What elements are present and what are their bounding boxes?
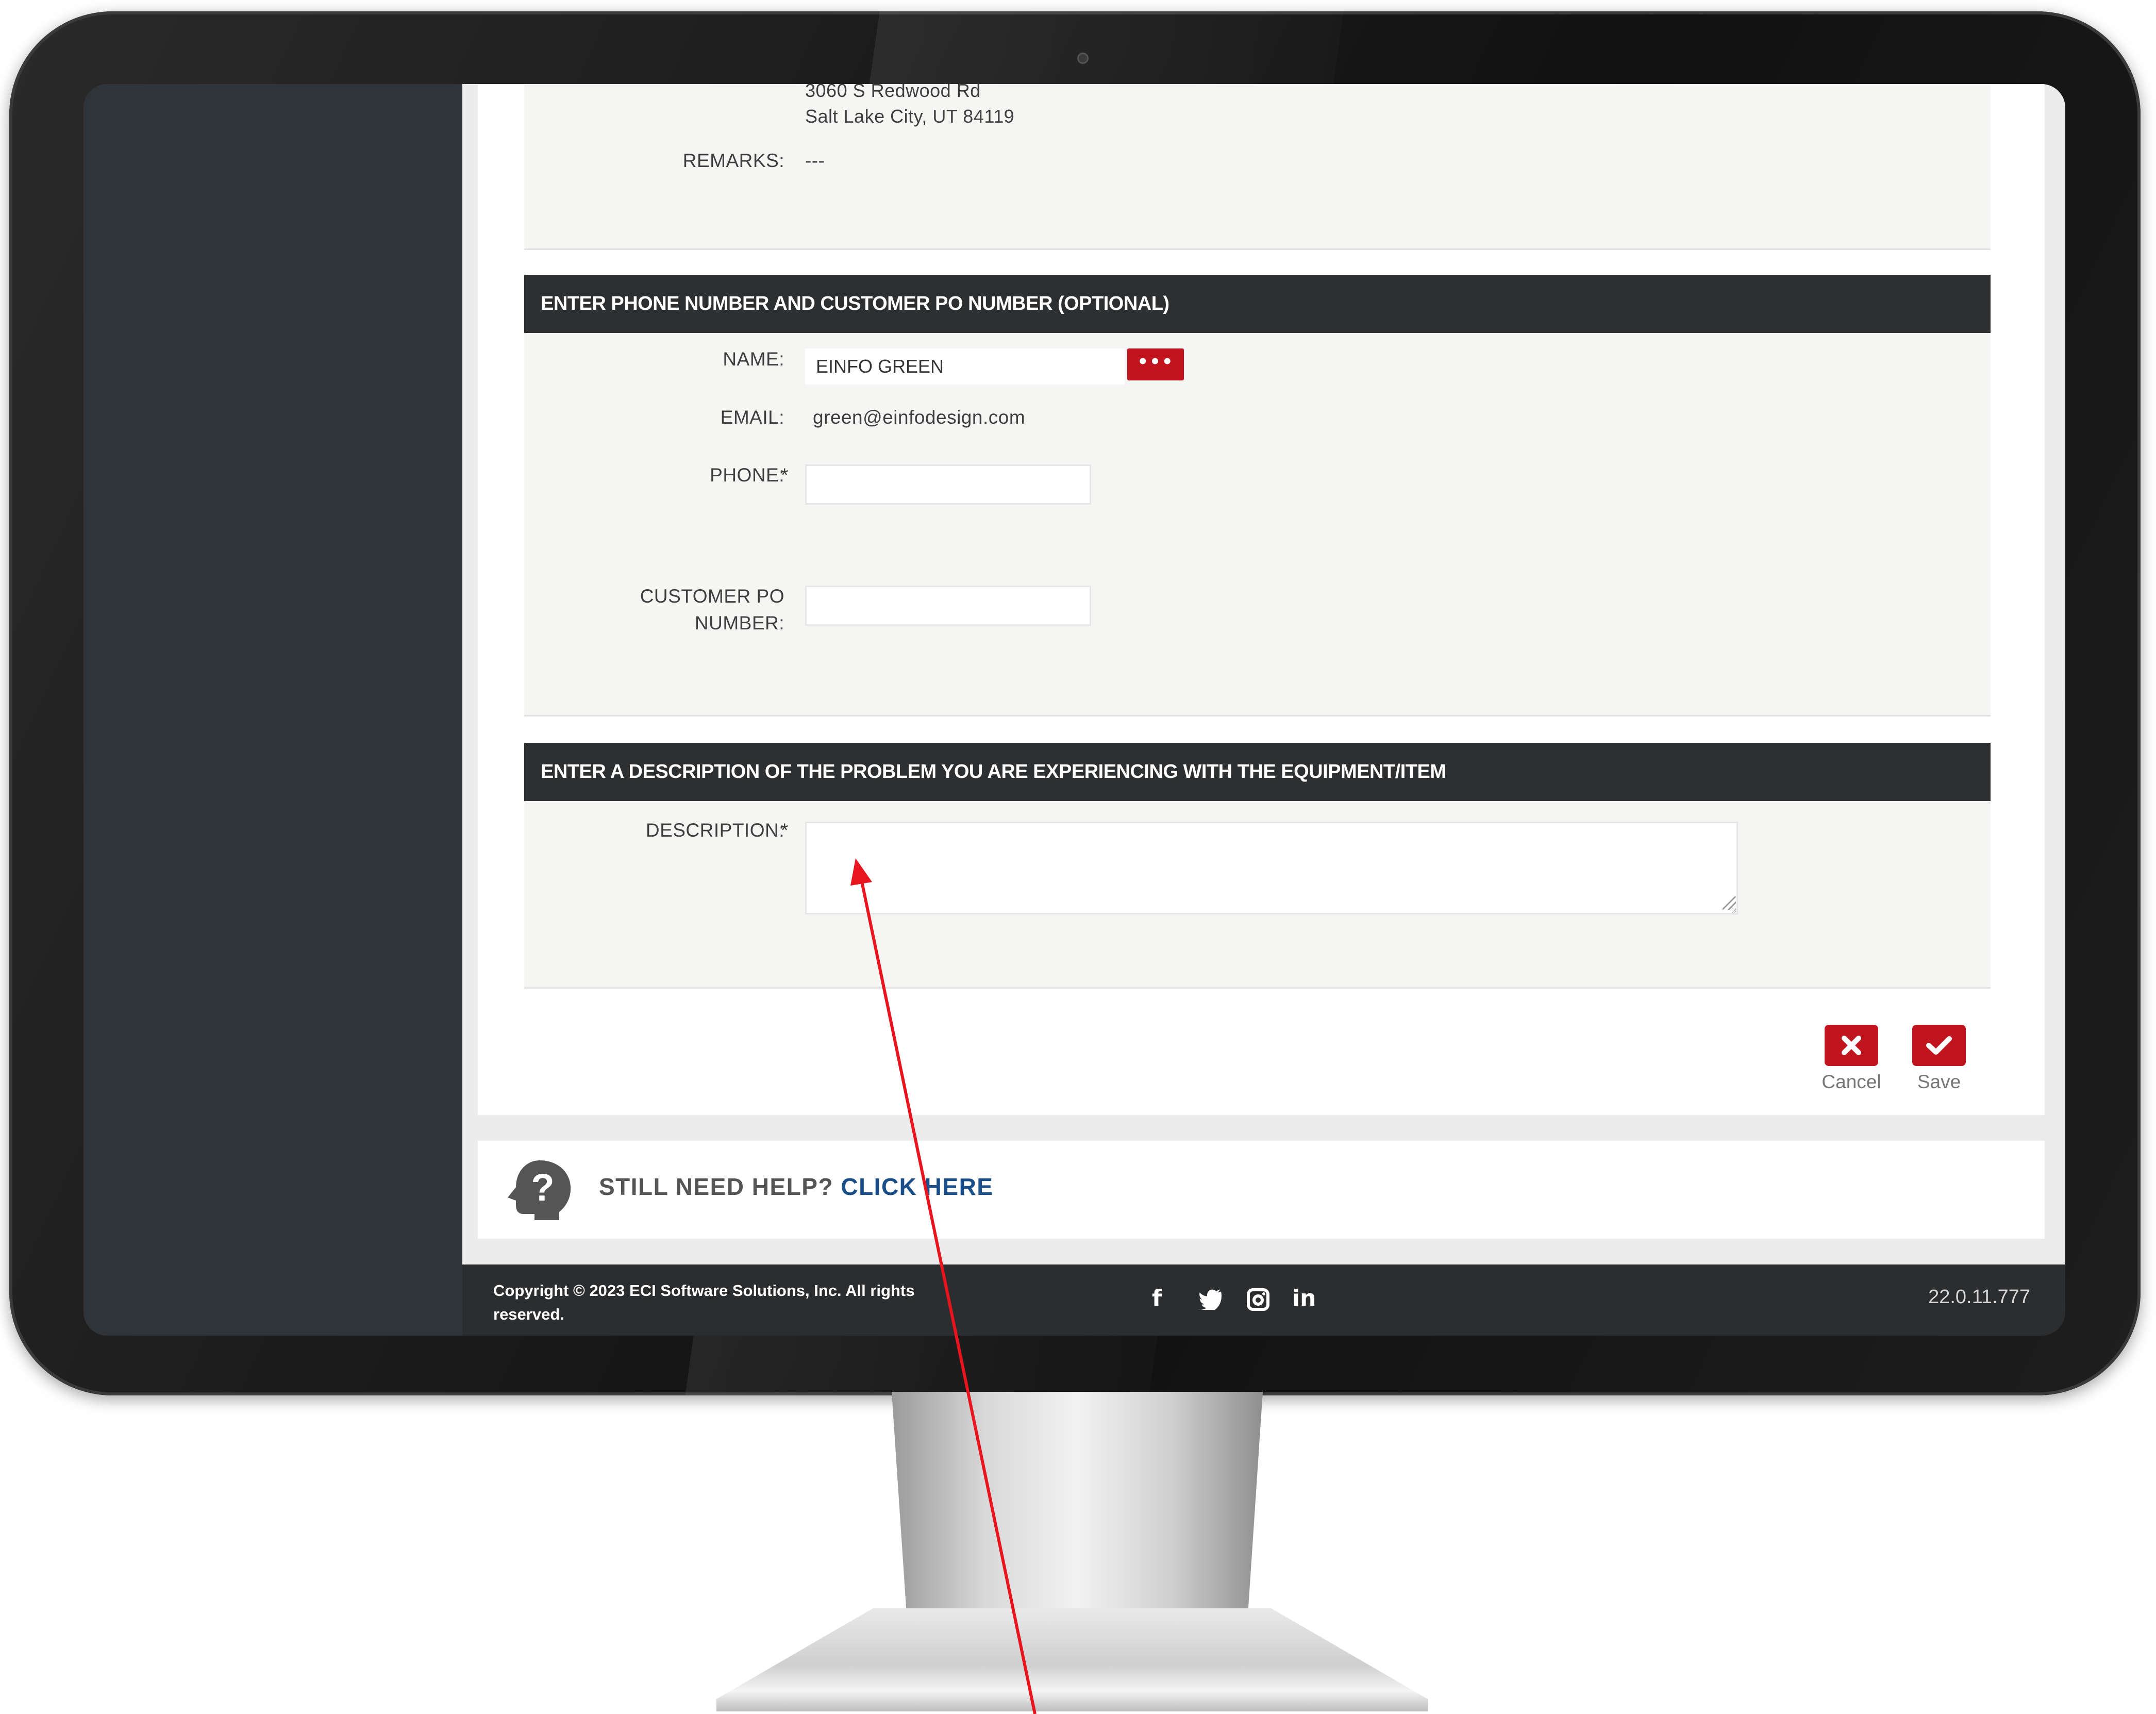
remarks-label: REMARKS: [682,150,784,171]
sidebar [83,84,462,1336]
footer: Copyright © 2023 ECI Software Solutions,… [462,1264,2065,1336]
phone-input[interactable] [805,464,1091,505]
copyright-text: Copyright © 2023 ECI Software Solutions,… [493,1279,967,1326]
description-fields: DESCRIPTION: * [524,801,1991,989]
customer-po-label: CUSTOMER PO NUMBER: [576,583,784,637]
phone-label: PHONE: [710,464,784,486]
location-panel: 3060 S Redwood Rd Salt Lake City, UT 841… [524,84,1991,250]
description-label: DESCRIPTION: [645,820,784,841]
linkedin-icon[interactable]: in [1292,1285,1316,1312]
description-required-mark: * [781,820,789,841]
save-label: Save [1917,1071,1961,1092]
help-bar: ? STILL NEED HELP? CLICK HERE [478,1141,2045,1239]
svg-text:?: ? [531,1166,554,1209]
cancel-icon[interactable] [1825,1025,1878,1066]
email-value: green@einfodesign.com [813,407,1026,428]
instagram-icon[interactable] [1247,1288,1269,1317]
form-card: 3060 S Redwood Rd Salt Lake City, UT 841… [478,84,2045,1115]
copyright-line2: reserved. [493,1305,564,1323]
resize-grip-icon[interactable] [1723,896,1736,910]
check-icon[interactable] [1912,1025,1966,1066]
description-panel: ENTER A DESCRIPTION OF THE PROBLEM YOU A… [524,743,1991,989]
help-prefix: STILL NEED HELP? [599,1173,834,1200]
contact-section-header: ENTER PHONE NUMBER AND CUSTOMER PO NUMBE… [524,275,1991,333]
name-field[interactable]: EINFO GREEN [805,348,1125,385]
camera-icon [1077,53,1089,64]
cancel-label: Cancel [1821,1071,1881,1092]
main-content: 3060 S Redwood Rd Salt Lake City, UT 841… [462,84,2065,1264]
customer-po-input[interactable] [805,586,1091,626]
contact-panel: ENTER PHONE NUMBER AND CUSTOMER PO NUMBE… [524,275,1991,717]
version-number: 22.0.11.777 [1928,1286,2030,1308]
remarks-value: --- [805,150,825,171]
description-textarea[interactable] [805,822,1738,914]
facebook-icon[interactable]: f [1152,1285,1162,1312]
address-city: Salt Lake City, UT 84119 [805,106,1015,127]
phone-required-mark: * [781,464,789,486]
cancel-button[interactable]: Cancel [1813,1025,1890,1093]
help-text: STILL NEED HELP? CLICK HERE [599,1173,993,1201]
copyright-line1: Copyright © 2023 ECI Software Solutions,… [493,1282,915,1300]
select-contact-button[interactable]: ••• [1127,348,1184,380]
email-label: EMAIL: [720,407,784,428]
twitter-icon[interactable] [1198,1289,1223,1316]
click-here-link[interactable]: CLICK HERE [841,1173,993,1200]
customer-po-label-line2: NUMBER: [694,612,784,634]
address-street: 3060 S Redwood Rd [805,84,981,101]
contact-fields: NAME: EINFO GREEN ••• EMAIL: green@einfo… [524,333,1991,717]
save-button[interactable]: Save [1900,1025,1978,1093]
monitor-stand-neck [892,1392,1263,1613]
customer-po-label-line1: CUSTOMER PO [640,586,784,607]
description-section-header: ENTER A DESCRIPTION OF THE PROBLEM YOU A… [524,743,1991,801]
monitor-stand-base [716,1608,1428,1711]
help-head-icon: ? [508,1160,571,1220]
name-label: NAME: [723,348,784,370]
monitor-screen: 3060 S Redwood Rd Salt Lake City, UT 841… [83,84,2065,1336]
